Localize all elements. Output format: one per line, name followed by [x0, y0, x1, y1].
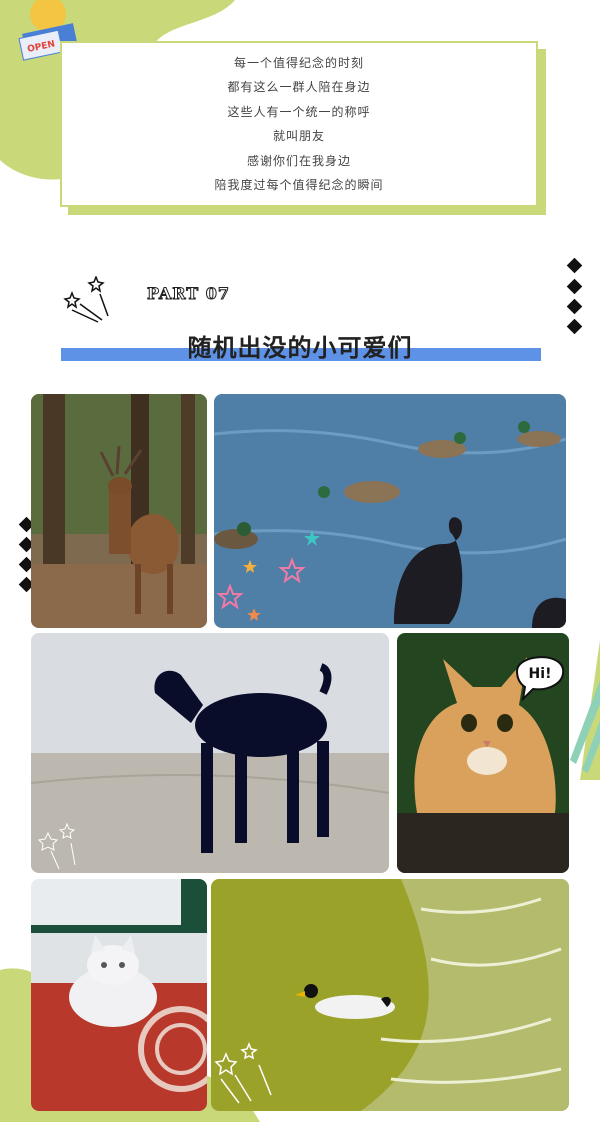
poem-line: 这些人有一个统一的称呼 [227, 104, 371, 119]
white-cat-photo [31, 879, 207, 1111]
section-title: 随机出没的小可爱们 [187, 334, 413, 362]
diamond-icon [566, 298, 583, 315]
pond-photo [211, 879, 569, 1111]
goat-photo [31, 633, 389, 873]
cat-photo: Hi! [397, 633, 569, 873]
poem-line: 都有这么一群人陪在身边 [227, 80, 371, 94]
poem-line: 陪我度过每个值得纪念的瞬间 [214, 178, 384, 192]
poem-line: 每一个值得纪念的时刻 [233, 55, 364, 70]
diamond-icon [566, 257, 583, 274]
sparkle-doodle-icon [63, 276, 109, 323]
diamond-icon [566, 278, 583, 295]
poem-card: 每一个值得纪念的时刻 都有这么一群人陪在身边 这些人有一个统一的称呼 就叫朋友 … [60, 41, 538, 207]
speech-bubble-text: Hi! [529, 666, 552, 682]
poem-line: 就叫朋友 [272, 129, 325, 143]
deer-photo [31, 394, 207, 628]
part-label: PART 07 [146, 284, 231, 304]
poem-line: 感谢你们在我身边 [246, 153, 351, 168]
ducks-photo [214, 394, 566, 628]
